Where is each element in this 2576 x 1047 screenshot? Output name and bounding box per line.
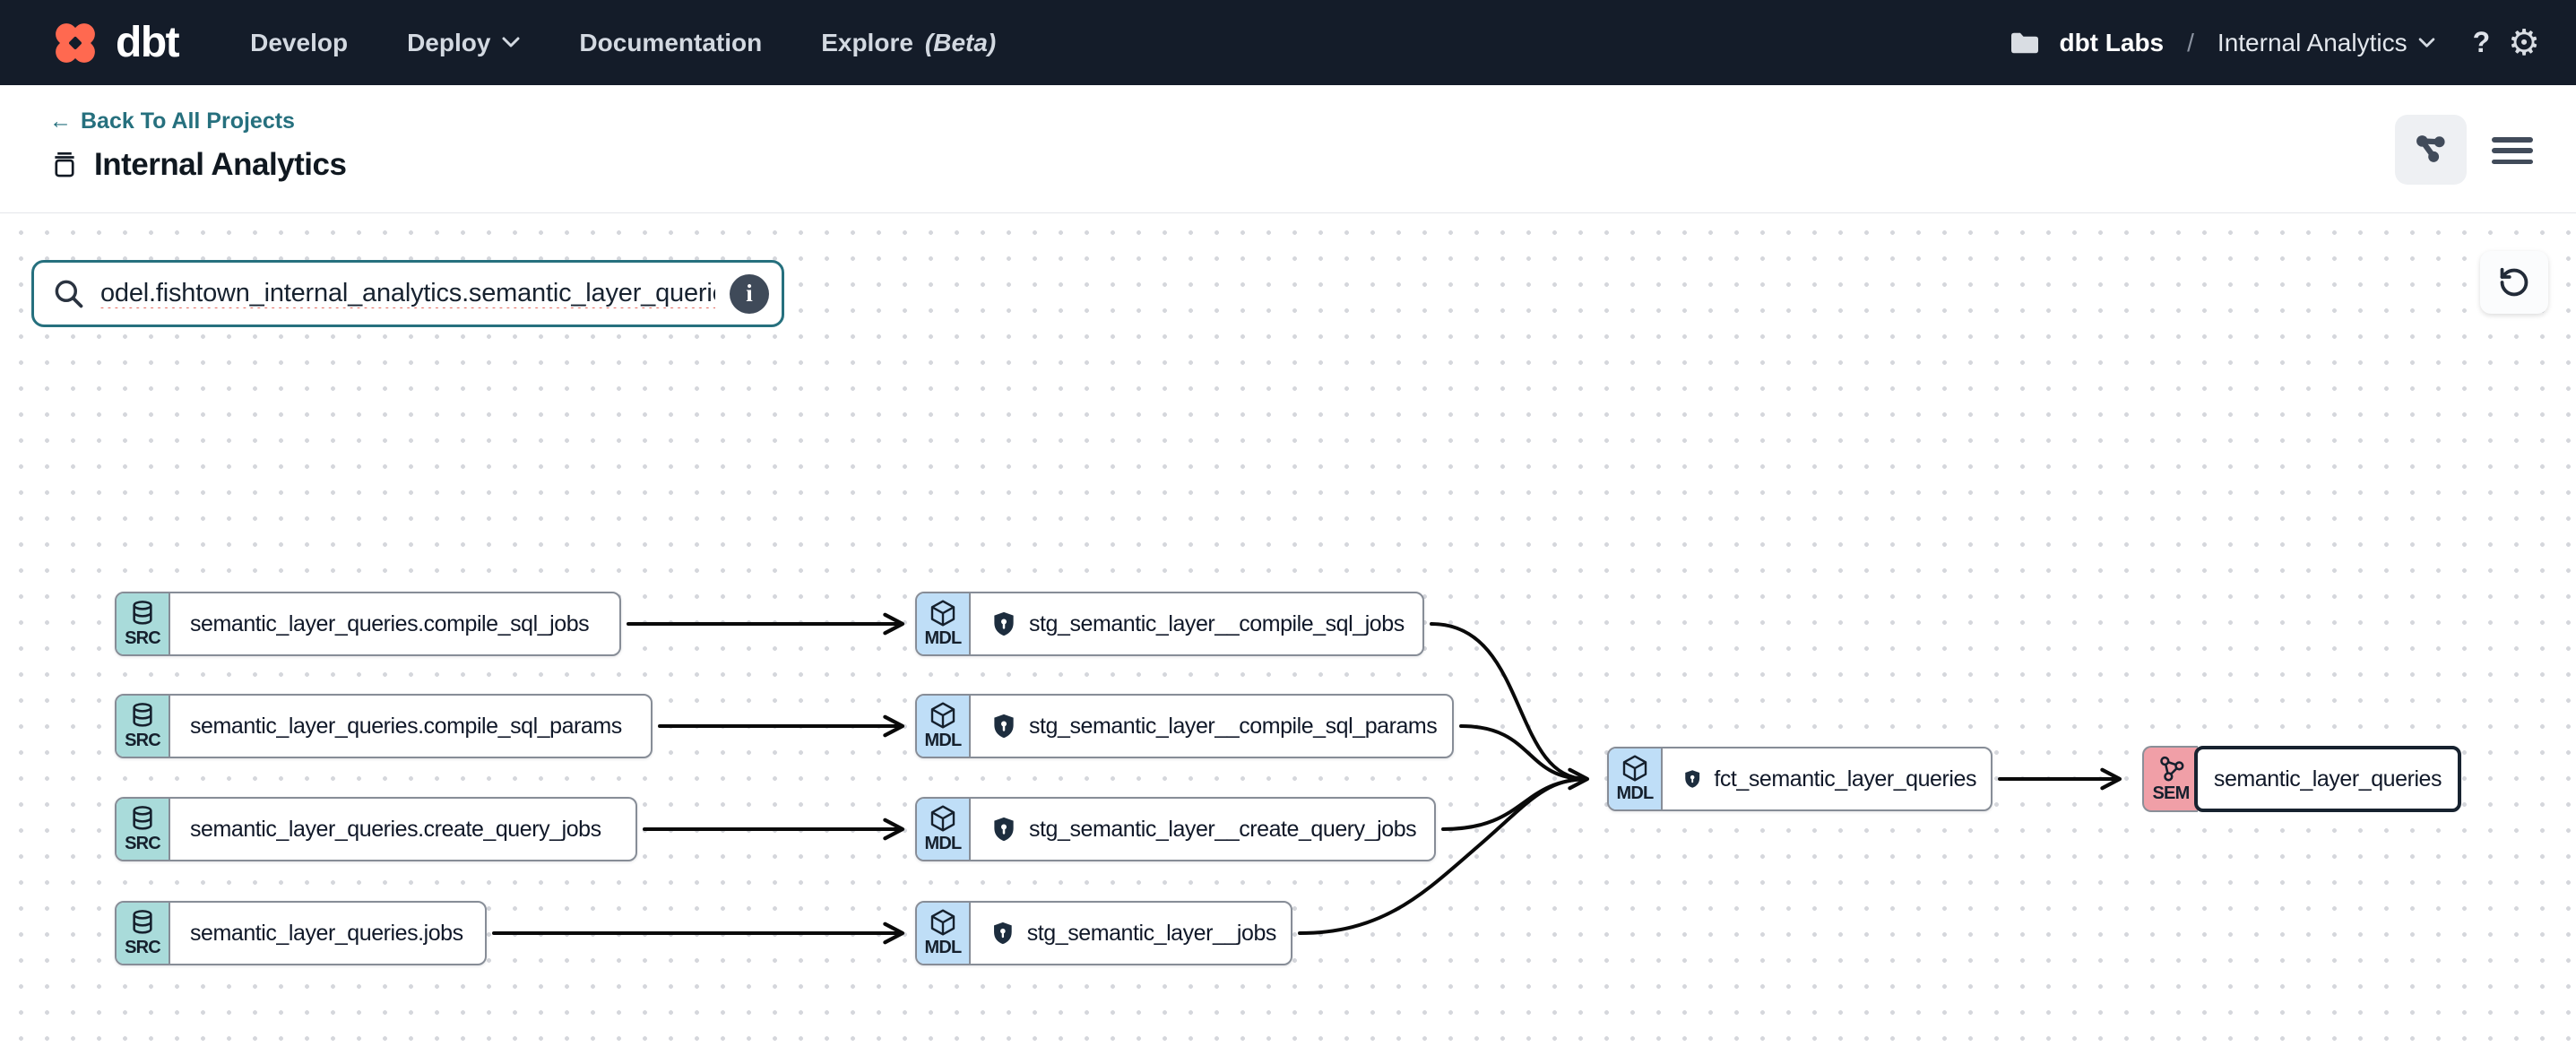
node-label: semantic_layer_queries.jobs [190, 921, 463, 947]
shield-icon [990, 713, 1017, 740]
database-icon [128, 599, 157, 627]
node-type-badge: SRC [117, 799, 170, 860]
project-icon [49, 150, 80, 180]
search-icon [52, 277, 86, 311]
node-label: fct_semantic_layer_queries [1714, 766, 1976, 792]
back-arrow-icon: ← [49, 108, 72, 134]
nav-item-documentation[interactable]: Documentation [579, 29, 762, 57]
navbar-right: dbt Labs / Internal Analytics ? ⚙ [2009, 25, 2540, 61]
node-type-badge: SRC [117, 903, 170, 964]
cube-icon [929, 701, 957, 730]
shield-icon [990, 610, 1017, 637]
cube-icon [929, 804, 957, 833]
breadcrumb-separator: / [2187, 29, 2194, 57]
node-type-badge: MDL [917, 593, 971, 654]
node-type-badge: SRC [117, 593, 170, 654]
chevron-down-icon [2418, 38, 2435, 48]
lineage-canvas[interactable]: odel.fishtown_internal_analytics.semanti… [0, 213, 2576, 1046]
info-icon[interactable]: i [730, 274, 769, 314]
selected-node-body: semantic_layer_queries [2194, 746, 2461, 812]
node-type-badge: MDL [1609, 748, 1663, 809]
node-label: stg_semantic_layer__compile_sql_jobs [1029, 611, 1405, 637]
nav-item-explore[interactable]: Explore (Beta) [821, 29, 996, 57]
database-icon [128, 908, 157, 937]
dbt-logo[interactable]: dbt [49, 17, 178, 69]
lineage-node-stg-jobs[interactable]: MDL stg_semantic_layer__jobs [915, 901, 1292, 965]
database-icon [128, 701, 157, 730]
cube-icon [929, 908, 957, 937]
node-type-badge: SEM [2142, 746, 2198, 812]
selector-input-value[interactable]: odel.fishtown_internal_analytics.semanti… [100, 279, 715, 308]
node-type-badge: MDL [917, 799, 971, 860]
lineage-node-fct-semantic-layer-queries[interactable]: MDL fct_semantic_layer_queries [1607, 747, 1993, 811]
node-type-badge: MDL [917, 696, 971, 757]
nav-item-deploy[interactable]: Deploy [407, 29, 520, 57]
node-label: stg_semantic_layer__compile_sql_params [1029, 714, 1437, 740]
title-row: Internal Analytics [49, 147, 2576, 183]
node-label: semantic_layer_queries.compile_sql_jobs [190, 611, 589, 637]
cube-icon [1621, 754, 1649, 783]
shield-icon [1682, 766, 1702, 792]
beta-badge: (Beta) [925, 29, 996, 57]
settings-gear-icon[interactable]: ⚙ [2508, 25, 2540, 61]
nav-items: Develop Deploy Documentation Explore (Be… [250, 29, 996, 57]
semantic-model-icon [2157, 754, 2185, 783]
project-header: ← Back To All Projects Internal Analytic… [0, 85, 2576, 213]
lineage-node-stg-compile-sql-params[interactable]: MDL stg_semantic_layer__compile_sql_para… [915, 694, 1454, 758]
lineage-node-src-create-query-jobs[interactable]: SRC semantic_layer_queries.create_query_… [115, 797, 637, 861]
node-type-badge: MDL [917, 903, 971, 964]
dbt-logo-text: dbt [116, 18, 178, 67]
node-label: semantic_layer_queries.compile_sql_param… [190, 714, 622, 740]
node-label: stg_semantic_layer__jobs [1027, 921, 1276, 947]
node-label: stg_semantic_layer__create_query_jobs [1029, 817, 1416, 843]
chevron-down-icon [502, 37, 520, 48]
lineage-node-semantic-layer-queries-selected[interactable]: SEM semantic_layer_queries [2142, 746, 2461, 812]
project-switcher[interactable]: Internal Analytics [2217, 29, 2435, 57]
lineage-node-stg-create-query-jobs[interactable]: MDL stg_semantic_layer__create_query_job… [915, 797, 1436, 861]
node-label: semantic_layer_queries.create_query_jobs [190, 817, 601, 843]
lineage-view-button[interactable] [2395, 115, 2467, 185]
lineage-node-src-compile-sql-jobs[interactable]: SRC semantic_layer_queries.compile_sql_j… [115, 592, 621, 656]
account-name[interactable]: dbt Labs [2059, 29, 2164, 57]
lineage-node-src-jobs[interactable]: SRC semantic_layer_queries.jobs [115, 901, 487, 965]
reset-view-button[interactable] [2480, 251, 2548, 314]
top-navbar: dbt Develop Deploy Documentation Explore… [0, 0, 2576, 85]
node-label: semantic_layer_queries [2214, 766, 2442, 792]
lineage-node-src-compile-sql-params[interactable]: SRC semantic_layer_queries.compile_sql_p… [115, 694, 653, 758]
dbt-logo-icon [49, 17, 101, 69]
shield-icon [990, 816, 1017, 843]
lineage-icon [2412, 131, 2450, 169]
database-icon [128, 804, 157, 833]
page-title: Internal Analytics [94, 147, 346, 183]
back-to-projects-link[interactable]: ← Back To All Projects [49, 108, 295, 134]
reset-rotate-ccw-icon [2497, 265, 2531, 299]
shield-icon [990, 920, 1016, 947]
lineage-node-stg-compile-sql-jobs[interactable]: MDL stg_semantic_layer__compile_sql_jobs [915, 592, 1424, 656]
lineage-selector-box[interactable]: odel.fishtown_internal_analytics.semanti… [31, 260, 784, 327]
folder-icon [2009, 30, 2041, 56]
help-icon[interactable]: ? [2473, 26, 2491, 59]
node-type-badge: SRC [117, 696, 170, 757]
nav-item-develop[interactable]: Develop [250, 29, 348, 57]
cube-icon [929, 599, 957, 627]
hamburger-menu-icon[interactable] [2492, 137, 2533, 164]
